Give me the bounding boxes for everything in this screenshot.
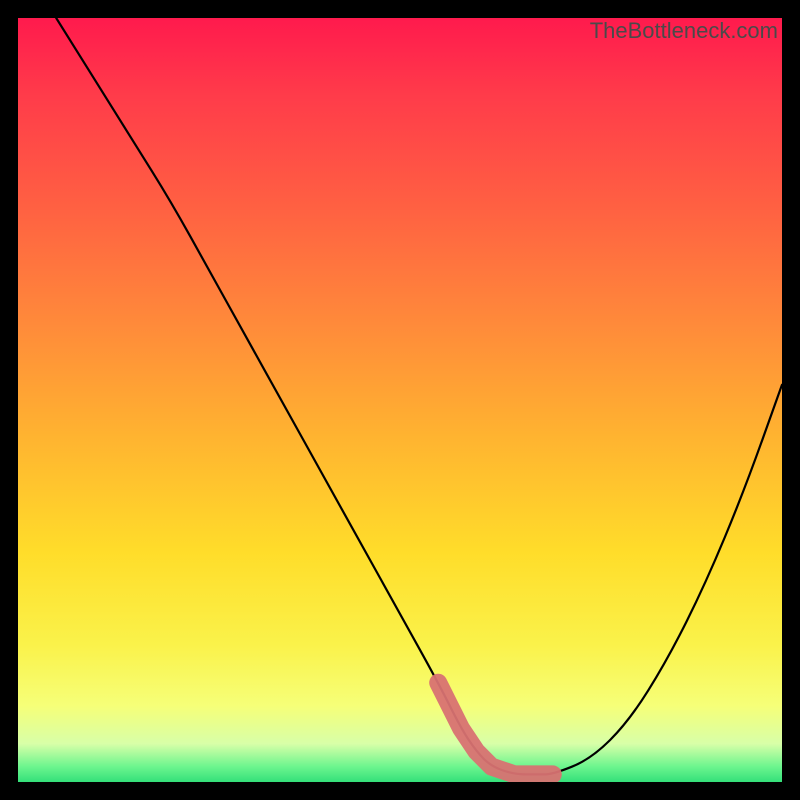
chart-svg — [18, 18, 782, 782]
bottleneck-curve — [56, 18, 782, 774]
chart-frame: TheBottleneck.com — [0, 0, 800, 800]
highlight-band — [438, 683, 553, 775]
plot-area: TheBottleneck.com — [18, 18, 782, 782]
